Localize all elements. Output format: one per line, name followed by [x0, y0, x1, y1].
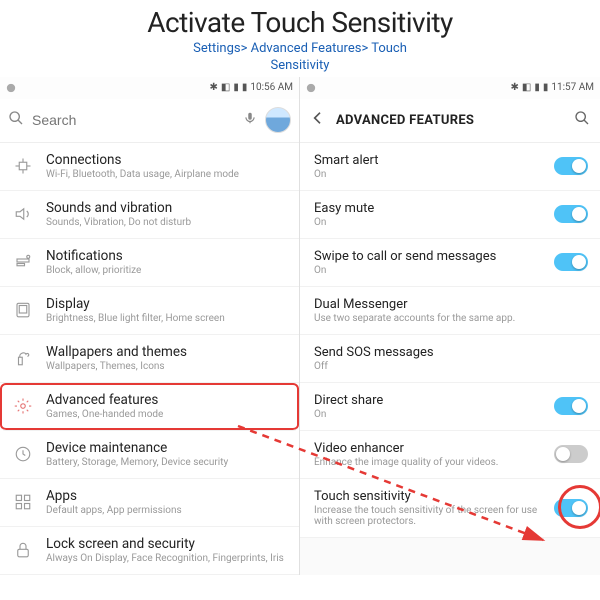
- row-label: Sounds and vibration: [46, 200, 289, 216]
- row-subtitle: On: [314, 169, 544, 180]
- af-row-direct-share[interactable]: Direct shareOn: [300, 383, 600, 431]
- row-subtitle: Sounds, Vibration, Do not disturb: [46, 217, 289, 228]
- row-label: Easy mute: [314, 201, 544, 216]
- advanced-features-header: ADVANCED FEATURES: [300, 99, 600, 143]
- row-label: Send SOS messages: [314, 345, 588, 360]
- display-icon: [12, 299, 34, 321]
- toggle[interactable]: [554, 205, 588, 223]
- row-label: Swipe to call or send messages: [314, 249, 544, 264]
- af-row-swipe-to-call-or-send-messages[interactable]: Swipe to call or send messagesOn: [300, 239, 600, 287]
- notifications-icon: [12, 251, 34, 273]
- status-bar: ✱ ◧ ▮ ▮ 10:56 AM: [0, 77, 299, 99]
- row-subtitle: On: [314, 217, 544, 228]
- row-subtitle: On: [314, 265, 544, 276]
- apps-icon: [12, 491, 34, 513]
- lock-icon: [12, 539, 34, 561]
- bluetooth-icon: ✱: [510, 82, 518, 93]
- settings-row-connections[interactable]: ConnectionsWi-Fi, Bluetooth, Data usage,…: [0, 143, 299, 191]
- row-label: Device maintenance: [46, 440, 289, 456]
- row-label: Wallpapers and themes: [46, 344, 289, 360]
- row-label: Lock screen and security: [46, 536, 289, 552]
- row-label: Notifications: [46, 248, 289, 264]
- advanced-features-screen: ✱ ◧ ▮ ▮ 11:57 AM ADVANCED FEATURES Smart…: [300, 77, 600, 575]
- instruction-header: Activate Touch Sensitivity Settings> Adv…: [0, 0, 600, 77]
- af-row-smart-alert[interactable]: Smart alertOn: [300, 143, 600, 191]
- row-subtitle: Battery, Storage, Memory, Device securit…: [46, 457, 289, 468]
- settings-list: ConnectionsWi-Fi, Bluetooth, Data usage,…: [0, 143, 299, 575]
- wifi-icon: ◧: [522, 82, 531, 93]
- row-subtitle: Wi-Fi, Bluetooth, Data usage, Airplane m…: [46, 169, 289, 180]
- row-subtitle: Brightness, Blue light filter, Home scre…: [46, 313, 289, 324]
- signal-icon: ▮: [534, 82, 540, 93]
- row-subtitle: Always On Display, Face Recognition, Fin…: [46, 553, 289, 564]
- row-subtitle: Default apps, App permissions: [46, 505, 289, 516]
- settings-row-notifications[interactable]: NotificationsBlock, allow, prioritize: [0, 239, 299, 287]
- af-row-video-enhancer[interactable]: Video enhancerEnhance the image quality …: [300, 431, 600, 479]
- reddit-icon: [6, 83, 16, 93]
- row-subtitle: Off: [314, 361, 588, 372]
- row-subtitle: Use two separate accounts for the same a…: [314, 313, 588, 324]
- mic-icon[interactable]: [243, 111, 257, 129]
- avatar[interactable]: [265, 107, 291, 133]
- row-label: Apps: [46, 488, 289, 504]
- settings-row-wallpapers-and-themes[interactable]: Wallpapers and themesWallpapers, Themes,…: [0, 335, 299, 383]
- sound-icon: [12, 203, 34, 225]
- toggle[interactable]: [554, 499, 588, 517]
- signal-icon: ▮: [233, 82, 239, 93]
- af-row-dual-messenger[interactable]: Dual MessengerUse two separate accounts …: [300, 287, 600, 335]
- row-subtitle: Increase the touch sensitivity of the sc…: [314, 505, 544, 527]
- search-row[interactable]: [0, 99, 299, 143]
- settings-screen: ✱ ◧ ▮ ▮ 10:56 AM ConnectionsWi-Fi, Bluet…: [0, 77, 300, 575]
- row-label: Touch sensitivity: [314, 489, 544, 504]
- settings-row-advanced-features[interactable]: Advanced featuresGames, One-handed mode: [0, 383, 299, 431]
- advanced-icon: [12, 395, 34, 417]
- settings-row-display[interactable]: DisplayBrightness, Blue light filter, Ho…: [0, 287, 299, 335]
- settings-row-device-maintenance[interactable]: Device maintenanceBattery, Storage, Memo…: [0, 431, 299, 479]
- af-row-touch-sensitivity[interactable]: Touch sensitivityIncrease the touch sens…: [300, 479, 600, 538]
- back-icon[interactable]: [310, 110, 326, 131]
- screen-title: ADVANCED FEATURES: [336, 113, 564, 128]
- row-label: Connections: [46, 152, 289, 168]
- row-subtitle: Wallpapers, Themes, Icons: [46, 361, 289, 372]
- breadcrumb: Settings> Advanced Features> Touch Sensi…: [0, 41, 600, 75]
- page-title: Activate Touch Sensitivity: [0, 6, 600, 39]
- status-time: 10:56 AM: [250, 82, 293, 93]
- advanced-features-list: Smart alertOnEasy muteOnSwipe to call or…: [300, 143, 600, 538]
- row-label: Video enhancer: [314, 441, 544, 456]
- settings-row-apps[interactable]: AppsDefault apps, App permissions: [0, 479, 299, 527]
- row-label: Advanced features: [46, 392, 289, 408]
- row-subtitle: Block, allow, prioritize: [46, 265, 289, 276]
- maintenance-icon: [12, 443, 34, 465]
- af-row-easy-mute[interactable]: Easy muteOn: [300, 191, 600, 239]
- search-icon: [8, 110, 24, 130]
- status-bar: ✱ ◧ ▮ ▮ 11:57 AM: [300, 77, 600, 99]
- row-subtitle: On: [314, 409, 544, 420]
- search-input[interactable]: [32, 112, 235, 128]
- row-subtitle: Enhance the image quality of your videos…: [314, 457, 544, 468]
- bluetooth-icon: ✱: [209, 82, 217, 93]
- af-row-send-sos-messages[interactable]: Send SOS messagesOff: [300, 335, 600, 383]
- toggle[interactable]: [554, 445, 588, 463]
- settings-row-sounds-and-vibration[interactable]: Sounds and vibrationSounds, Vibration, D…: [0, 191, 299, 239]
- toggle[interactable]: [554, 157, 588, 175]
- toggle[interactable]: [554, 397, 588, 415]
- wallpaper-icon: [12, 347, 34, 369]
- search-icon[interactable]: [574, 110, 590, 130]
- settings-row-lock-screen-and-security[interactable]: Lock screen and securityAlways On Displa…: [0, 527, 299, 575]
- battery-icon: ▮: [242, 82, 248, 93]
- reddit-icon: [306, 83, 316, 93]
- toggle[interactable]: [554, 253, 588, 271]
- row-label: Display: [46, 296, 289, 312]
- battery-icon: ▮: [543, 82, 549, 93]
- row-label: Smart alert: [314, 153, 544, 168]
- status-time: 11:57 AM: [551, 82, 594, 93]
- row-subtitle: Games, One-handed mode: [46, 409, 289, 420]
- row-label: Dual Messenger: [314, 297, 588, 312]
- connections-icon: [12, 155, 34, 177]
- row-label: Direct share: [314, 393, 544, 408]
- wifi-icon: ◧: [221, 82, 230, 93]
